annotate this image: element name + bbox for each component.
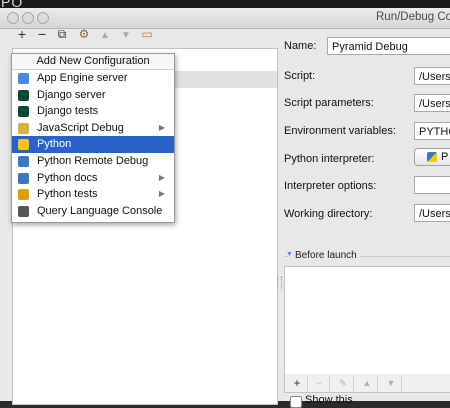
django-icon bbox=[18, 89, 29, 101]
python-interpreter-label: Python interpreter: bbox=[284, 153, 375, 165]
menu-item-label: Python tests bbox=[37, 188, 98, 201]
before-launch-down-icon[interactable]: ▼ bbox=[381, 375, 402, 391]
title-bar: Run/Debug Co bbox=[0, 8, 450, 29]
menu-item-python-docs[interactable]: Python docs ▶ bbox=[12, 170, 174, 187]
before-launch-add-button[interactable]: + bbox=[287, 375, 308, 391]
submenu-arrow-icon: ▶ bbox=[158, 122, 165, 132]
before-launch-list[interactable] bbox=[284, 266, 450, 376]
menu-item-label: Python bbox=[37, 138, 72, 151]
menu-item-label: Query Language Console bbox=[37, 204, 163, 217]
name-field[interactable]: Pyramid Debug bbox=[327, 37, 450, 55]
splitter-handle[interactable] bbox=[277, 276, 282, 290]
show-page-label: Show this bbox=[305, 394, 353, 406]
menu-item-label: Python docs bbox=[37, 171, 98, 184]
menu-item-python-tests[interactable]: Python tests ▶ bbox=[12, 186, 174, 203]
menu-item-label: Django server bbox=[37, 88, 106, 101]
python-interpreter-value: P bbox=[441, 151, 449, 163]
javascript-debug-icon bbox=[18, 122, 29, 134]
collapse-triangle-icon[interactable]: ▼ bbox=[286, 251, 293, 258]
menu-item-django-tests[interactable]: Django tests bbox=[12, 103, 174, 120]
python-tests-icon bbox=[18, 189, 29, 201]
python-icon bbox=[18, 139, 29, 151]
show-page-checkbox[interactable] bbox=[290, 396, 302, 408]
copy-configuration-icon[interactable]: ⧉ bbox=[56, 27, 68, 41]
django-tests-icon bbox=[18, 106, 29, 118]
interpreter-options-field[interactable] bbox=[414, 176, 450, 194]
move-down-icon[interactable]: ▼ bbox=[120, 29, 132, 43]
script-parameters-field[interactable]: /Users bbox=[414, 94, 450, 112]
python-icon bbox=[427, 152, 437, 162]
app-engine-icon bbox=[18, 73, 29, 84]
before-launch-edit-icon[interactable]: ✎ bbox=[333, 375, 354, 391]
remove-configuration-button[interactable]: − bbox=[36, 27, 48, 41]
before-launch-divider bbox=[360, 256, 450, 257]
move-up-icon[interactable]: ▲ bbox=[99, 29, 111, 43]
menu-item-python-remote-debug[interactable]: Python Remote Debug bbox=[12, 153, 174, 170]
submenu-arrow-icon: ▶ bbox=[158, 172, 165, 182]
script-label: Script: bbox=[284, 70, 316, 82]
environment-variables-field[interactable]: PYTHO bbox=[414, 122, 450, 140]
console-icon bbox=[18, 205, 29, 217]
menu-item-django-server[interactable]: Django server bbox=[12, 87, 174, 104]
edit-defaults-icon[interactable]: ⚙ bbox=[78, 27, 90, 41]
menu-item-javascript-debug[interactable]: JavaScript Debug ▶ bbox=[12, 120, 174, 137]
name-label: Name: bbox=[284, 40, 317, 52]
window-title: Run/Debug Co bbox=[376, 11, 450, 23]
menu-item-app-engine-server[interactable]: App Engine server bbox=[12, 70, 174, 87]
add-configuration-popup: Add New Configuration App Engine server D… bbox=[11, 53, 175, 223]
submenu-arrow-icon: ▶ bbox=[158, 189, 165, 199]
add-configuration-button[interactable]: + bbox=[16, 27, 28, 41]
python-interpreter-select[interactable]: P bbox=[414, 148, 450, 166]
menu-item-query-language-console[interactable]: Query Language Console bbox=[12, 203, 174, 220]
interpreter-options-label: Interpreter options: bbox=[284, 180, 377, 192]
close-window-button[interactable] bbox=[7, 12, 19, 24]
before-launch-title: Before launch bbox=[295, 250, 357, 261]
python-remote-debug-icon bbox=[18, 155, 29, 167]
minimize-window-button[interactable] bbox=[22, 12, 34, 24]
popup-header: Add New Configuration bbox=[12, 54, 174, 70]
menu-item-label: App Engine server bbox=[37, 72, 128, 84]
menu-item-label: JavaScript Debug bbox=[37, 121, 124, 134]
before-launch-remove-button[interactable]: − bbox=[309, 375, 330, 391]
script-field[interactable]: /Users bbox=[414, 67, 450, 85]
python-docs-icon bbox=[18, 172, 29, 184]
working-directory-field[interactable]: /Users bbox=[414, 204, 450, 222]
script-parameters-label: Script parameters: bbox=[284, 97, 374, 109]
menu-item-label: Python Remote Debug bbox=[37, 154, 149, 167]
before-launch-up-icon[interactable]: ▲ bbox=[357, 375, 378, 391]
environment-variables-label: Environment variables: bbox=[284, 125, 396, 137]
folder-icon[interactable]: ▭ bbox=[140, 27, 154, 41]
menu-item-python[interactable]: Python bbox=[12, 136, 174, 153]
before-launch-toolbar: + − ✎ ▲ ▼ bbox=[284, 374, 450, 393]
working-directory-label: Working directory: bbox=[284, 208, 373, 220]
menu-item-label: Django tests bbox=[37, 105, 99, 118]
zoom-window-button[interactable] bbox=[37, 12, 49, 24]
